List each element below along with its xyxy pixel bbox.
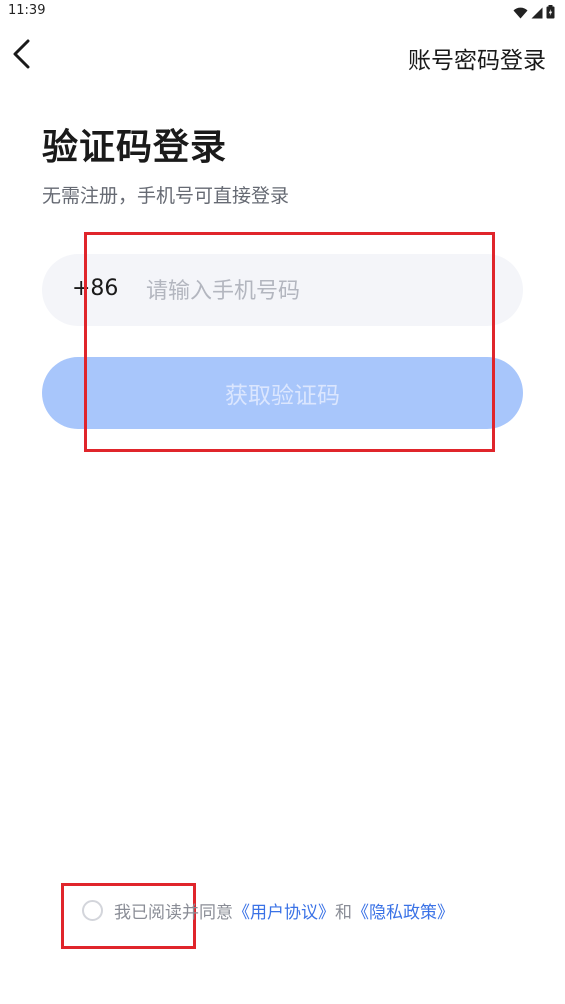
wifi-icon [513, 4, 528, 23]
back-button[interactable] [6, 36, 38, 76]
nav-bar: 账号密码登录 [0, 30, 565, 82]
country-code-selector[interactable]: +86 [72, 276, 118, 301]
battery-icon [546, 4, 555, 23]
status-icons [513, 4, 555, 23]
agreement-prefix: 我已阅读并同意 [114, 903, 233, 923]
cellular-signal-icon [531, 4, 543, 23]
user-agreement-link[interactable]: 《用户协议》 [233, 898, 335, 923]
password-login-link[interactable]: 账号密码登录 [408, 41, 546, 75]
phone-input[interactable] [146, 268, 496, 314]
privacy-policy-link[interactable]: 《隐私政策》 [352, 898, 454, 923]
status-bar: 11:39 [0, 0, 565, 24]
page-title: 验证码登录 [42, 127, 228, 168]
page-subtitle: 无需注册，手机号可直接登录 [42, 185, 290, 207]
phone-field: +86 [42, 254, 523, 326]
agreement-row: 我已阅读并同意 《用户协议》 和 《隐私政策》 [82, 898, 454, 923]
status-time: 11:39 [8, 3, 46, 18]
agreement-checkbox[interactable] [82, 900, 103, 921]
get-code-button[interactable]: 获取验证码 [42, 357, 523, 429]
agreement-conjunction: 和 [335, 903, 352, 923]
chevron-left-icon [12, 39, 32, 73]
